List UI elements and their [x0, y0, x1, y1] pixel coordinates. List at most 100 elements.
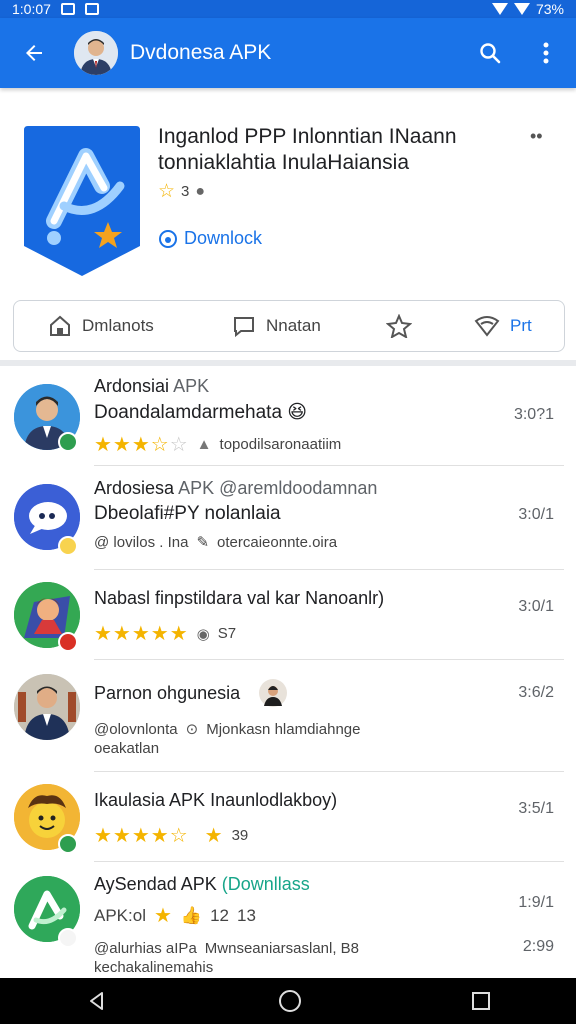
app-bar-title: Dvdonesa APK	[130, 41, 272, 64]
list-item-name: Ardonsiai	[94, 376, 170, 396]
app-title: Inganlod PPP Inlonntian INaann tonniakla…	[158, 125, 457, 174]
notification-icon	[60, 3, 75, 15]
tab-chat-label: Nnatan	[266, 316, 321, 335]
star-icon: ★	[204, 825, 224, 847]
person-avatar-icon	[74, 31, 118, 75]
user-icon: ▲	[196, 436, 212, 453]
list-item-meta3: oeakatlan	[94, 740, 160, 757]
list-item-time: 3:6/2	[518, 684, 554, 701]
avatar[interactable]	[74, 31, 118, 75]
list-item-time: 3:5/1	[518, 800, 554, 817]
chat-icon	[234, 317, 254, 338]
small-avatar-icon	[259, 679, 288, 707]
list-item[interactable]: AySendad APK (Downllass APK:ol ★ 👍 12 13…	[0, 862, 576, 978]
status-badge	[58, 632, 78, 652]
list-item-meta2: otercaieonnte.oira	[217, 533, 338, 551]
tab-bar: Dmlanots Nnatan Prt	[13, 300, 565, 352]
list-item-message: APK:ol	[94, 905, 146, 925]
status-time: 1:0:07	[12, 1, 51, 17]
list-item-meta: @ lovilos . Ina	[94, 533, 189, 551]
nav-back-button[interactable]	[86, 990, 108, 1012]
arrow-left-icon	[26, 45, 42, 61]
download-label: Downlock	[184, 228, 263, 248]
more-options-button[interactable]: ••	[530, 126, 558, 146]
nav-recents-button[interactable]	[472, 992, 491, 1010]
cell-signal-icon	[513, 3, 530, 15]
list-item-name-green: (Downllass	[221, 874, 310, 894]
comment-icon: ●	[195, 182, 206, 200]
list-item-meta2: Mjonkasn hlamdiahnge	[206, 720, 361, 738]
wifi-signal-icon	[491, 3, 508, 15]
list-item-meta: S7	[217, 625, 237, 642]
app-header-card: Inganlod PPP Inlonntian INaann tonniakla…	[0, 88, 576, 360]
target-icon: ⊙	[185, 721, 199, 738]
nav-home-button[interactable]	[278, 990, 301, 1012]
tab-chat[interactable]: Nnatan	[232, 314, 321, 338]
status-badge	[58, 536, 78, 556]
rating-value: 3	[181, 183, 190, 200]
list-item-message: Doandalamdarmehata	[94, 402, 283, 423]
list-item-line3: @alurhias aIPa	[94, 940, 197, 957]
star-icon: ☆	[158, 181, 176, 202]
list-item-meta: 12	[210, 905, 230, 925]
list-item[interactable]: Parnon ohgunesia @olovnlonta ⊙ Mjonkasn …	[0, 660, 576, 772]
list-item-name: AySendad APK	[94, 874, 217, 894]
tab-network-label: Prt	[510, 316, 532, 335]
list-item-time: 1:9/1	[518, 894, 554, 911]
search-button[interactable]	[474, 37, 506, 69]
list-item-meta2: 13	[237, 905, 256, 925]
list-item-message: Dbeolafi#PY nolanlaia	[94, 503, 281, 524]
download-button[interactable]: Downlock	[158, 228, 262, 249]
list-item-time: 3:0/1	[518, 506, 554, 523]
user-icon: ◉	[196, 625, 210, 643]
list-item-name-sub: APK @aremldoodamnan	[178, 478, 378, 498]
list-item-name-sub: APK	[173, 376, 210, 396]
list-item-time: 3:0?1	[513, 406, 554, 423]
emoji-icon: 😆	[287, 402, 308, 423]
star-rating: ★★★★☆	[94, 825, 189, 847]
edit-icon: ✎	[196, 534, 210, 551]
download-circle-icon	[159, 229, 177, 248]
tab-home[interactable]: Dmlanots	[48, 314, 154, 338]
notification-icon-2	[84, 3, 99, 15]
tab-home-label: Dmlanots	[82, 316, 154, 335]
star-rating: ★★★☆☆	[94, 434, 189, 456]
star-icon	[386, 314, 412, 338]
rating-row: ☆ 3 ●	[158, 180, 205, 203]
status-badge	[58, 928, 78, 948]
list-item-meta: topodilsaronaatiim	[219, 436, 342, 453]
list-item-meta: @olovnlonta	[94, 720, 178, 738]
tab-favorite[interactable]	[386, 314, 412, 338]
star-rating: ★★★★★	[94, 623, 189, 645]
battery-level: 73%	[535, 1, 564, 17]
overflow-menu-button[interactable]	[530, 37, 562, 69]
system-nav-bar	[0, 978, 576, 1024]
more-vert-icon	[543, 42, 549, 64]
list-item-meta: 39	[231, 827, 249, 844]
list-item-line4: kechakalinemahis	[94, 959, 214, 976]
search-icon	[480, 43, 501, 64]
thumbs-up-icon: 👍	[180, 905, 203, 925]
home-icon	[50, 315, 70, 336]
list-item-line3b: Mwnseaniarsaslanl, B8	[204, 940, 360, 957]
back-button[interactable]	[14, 33, 54, 73]
avatar	[14, 674, 80, 740]
list-item-name: Ikaulasia APK Inaunlodlakboy)	[94, 790, 338, 810]
list-item-time: 3:0/1	[518, 598, 554, 615]
tab-network[interactable]: Prt	[474, 315, 532, 337]
status-badge	[58, 432, 78, 452]
list-item-name: Ardosiesa	[94, 478, 175, 498]
app-logo-icon	[24, 126, 140, 276]
status-badge	[58, 834, 78, 854]
app-bar: Dvdonesa APK	[0, 18, 576, 88]
list-item[interactable]: Ardosiesa APK @aremldoodamnan Dbeolafi#P…	[0, 466, 576, 570]
person-avatar-icon	[14, 674, 80, 740]
list-item[interactable]: Ardonsiai APK Doandalamdarmehata 😆 ★★★☆☆…	[0, 366, 576, 466]
list-item-name: Parnon ohgunesia	[94, 682, 241, 703]
star-icon: ★	[153, 905, 173, 927]
status-bar: 1:0:07 73%	[0, 0, 576, 18]
list-item[interactable]: Ikaulasia APK Inaunlodlakboy) ★★★★☆ ★ 39…	[0, 772, 576, 862]
list-item-time2: 2:99	[522, 938, 554, 955]
list-item[interactable]: Nabasl finpstildara val kar Nanoanlr) ★★…	[0, 570, 576, 660]
wifi-icon	[474, 316, 500, 337]
